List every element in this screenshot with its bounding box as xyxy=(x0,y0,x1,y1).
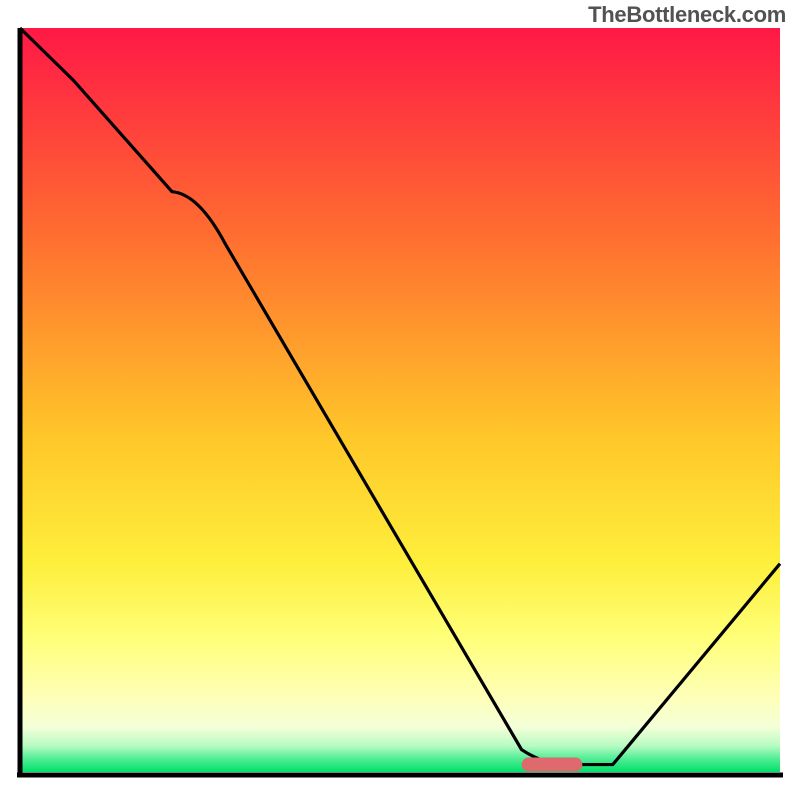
chart-container: { "watermark": "TheBottleneck.com", "col… xyxy=(0,0,800,800)
watermark-text: TheBottleneck.com xyxy=(588,2,786,28)
bottleneck-chart xyxy=(0,0,800,800)
optimal-marker xyxy=(522,758,583,772)
gradient-background xyxy=(20,28,780,772)
